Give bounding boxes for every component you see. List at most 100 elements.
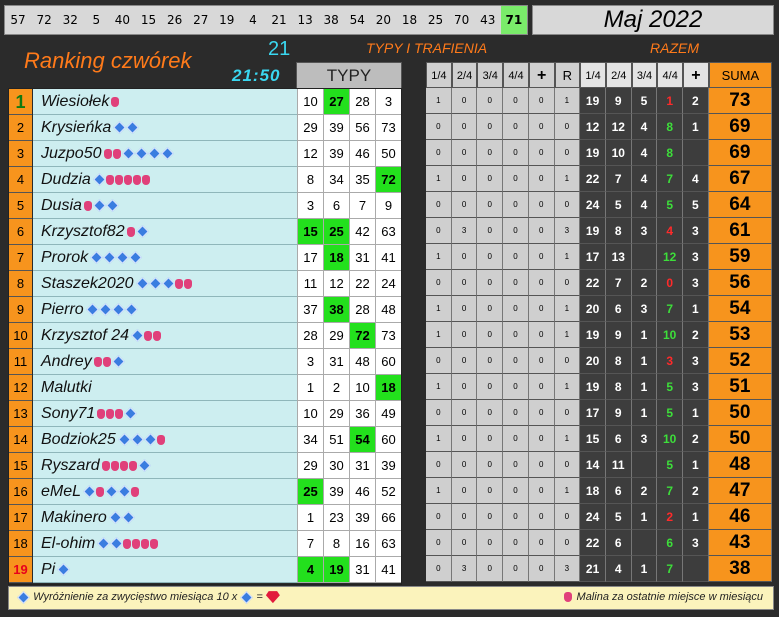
total-count: 3 bbox=[683, 530, 709, 556]
stats-row: 0 0 0 0 0 0 22 7 2 0 3 56 bbox=[426, 270, 772, 296]
total-count: 7 bbox=[657, 166, 684, 192]
total-count: 3 bbox=[683, 374, 709, 400]
hit-count: 0 bbox=[503, 348, 529, 374]
total-count: 4 bbox=[631, 166, 658, 192]
stats-row: 0 0 0 0 0 0 24 5 4 5 5 64 bbox=[426, 192, 772, 218]
player-name-text: Malutki bbox=[41, 379, 92, 396]
total-score: 69 bbox=[708, 140, 772, 166]
hit-count: 0 bbox=[426, 114, 452, 140]
drawn-number: 20 bbox=[375, 13, 391, 27]
stats-header-cell: 4/4 bbox=[657, 62, 684, 88]
pick-number: 8 bbox=[323, 531, 349, 557]
diamond-icon bbox=[93, 199, 106, 213]
award-marks bbox=[83, 193, 119, 218]
hit-count: 0 bbox=[528, 452, 555, 478]
total-count: 7 bbox=[605, 270, 632, 296]
total-score: 51 bbox=[708, 374, 772, 400]
hit-count: 0 bbox=[503, 244, 529, 270]
page-title: Ranking czwórek bbox=[24, 48, 192, 73]
table-row: 2 Krysieńka 29 39 56 73 bbox=[9, 115, 401, 141]
hit-count: 0 bbox=[528, 218, 555, 244]
pick-number: 31 bbox=[349, 557, 375, 583]
table-row: 18 El-ohim 7 8 16 63 bbox=[9, 531, 401, 557]
drawn-number: 40 bbox=[114, 13, 131, 27]
rank-position: 5 bbox=[9, 193, 32, 219]
berry-icon bbox=[123, 538, 132, 549]
table-row: 4 Dudzia 8 34 35 72 bbox=[9, 167, 401, 193]
pick-number: 24 bbox=[375, 271, 401, 297]
diamond-icon bbox=[116, 251, 129, 265]
award-marks bbox=[131, 323, 162, 348]
total-count: 10 bbox=[657, 426, 684, 452]
total-count: 2 bbox=[631, 270, 658, 296]
total-count: 6 bbox=[657, 530, 684, 556]
hit-count: 0 bbox=[554, 530, 581, 556]
total-count: 6 bbox=[605, 426, 632, 452]
total-score: 46 bbox=[708, 504, 772, 530]
hit-count: 1 bbox=[554, 322, 581, 348]
total-count: 24 bbox=[580, 504, 606, 530]
rank-position: 14 bbox=[9, 427, 32, 453]
hit-count: 0 bbox=[477, 114, 504, 140]
diamond-icon bbox=[135, 225, 149, 239]
legend-diamond-text: Wyróżnienie za zwycięstwo miesiąca bbox=[33, 591, 214, 603]
player-name: Wiesiołek bbox=[33, 89, 302, 115]
total-count: 20 bbox=[580, 296, 606, 322]
stats-row: 1 0 0 0 0 1 19 9 1 10 2 53 bbox=[426, 322, 772, 348]
total-count: 10 bbox=[657, 322, 684, 348]
pick-number: 73 bbox=[375, 323, 401, 349]
drawn-number: 4 bbox=[249, 13, 257, 27]
hit-count: 1 bbox=[426, 374, 452, 400]
berry-icon bbox=[83, 200, 92, 211]
pick-number: 48 bbox=[349, 349, 375, 375]
pick-number: 50 bbox=[375, 141, 401, 167]
pick-number: 60 bbox=[375, 427, 401, 453]
hit-count: 0 bbox=[554, 504, 581, 530]
diamond-icon bbox=[105, 485, 118, 499]
diamond-icon bbox=[134, 147, 148, 161]
pick-number: 31 bbox=[349, 453, 375, 479]
total-count: 11 bbox=[605, 452, 632, 478]
total-count: 19 bbox=[580, 218, 606, 244]
award-marks bbox=[108, 505, 135, 530]
player-name: Dusia bbox=[33, 193, 302, 219]
legend-multiplier: 10 x bbox=[216, 591, 238, 603]
hit-count: 0 bbox=[503, 166, 529, 192]
total-count: 21 bbox=[580, 556, 606, 582]
stats-header-cell: + bbox=[683, 62, 709, 88]
hit-count: 0 bbox=[451, 452, 478, 478]
rank-position: 13 bbox=[9, 401, 32, 427]
berry-icon bbox=[101, 460, 110, 471]
total-count: 0 bbox=[657, 270, 684, 296]
hit-count: 0 bbox=[477, 192, 504, 218]
pick-number: 25 bbox=[323, 219, 349, 245]
diamond-icon bbox=[92, 173, 106, 187]
berry-icon bbox=[153, 330, 162, 341]
berry-icon bbox=[97, 408, 106, 419]
berry-icon bbox=[123, 174, 132, 185]
hit-count: 3 bbox=[554, 218, 581, 244]
total-count: 2 bbox=[683, 426, 709, 452]
hit-count: 0 bbox=[503, 296, 529, 322]
stats-header-cell: 3/4 bbox=[477, 62, 504, 88]
total-count: 4 bbox=[631, 114, 658, 140]
hit-count: 0 bbox=[426, 348, 452, 374]
player-name: Juzpo50 bbox=[33, 141, 302, 167]
hit-count: 0 bbox=[554, 270, 581, 296]
pick-number: 46 bbox=[349, 141, 375, 167]
rank-position: 19 bbox=[9, 557, 32, 583]
pick-number: 31 bbox=[323, 349, 349, 375]
total-count bbox=[683, 556, 709, 582]
player-name-text: Sony71 bbox=[41, 405, 96, 423]
total-count: 8 bbox=[605, 218, 632, 244]
drawn-number: 26 bbox=[166, 13, 183, 27]
table-row: 3 Juzpo50 12 39 46 50 bbox=[9, 141, 401, 167]
table-row: 16 eMeL 25 39 46 52 bbox=[9, 479, 401, 505]
table-row: 17 Makinero 1 23 39 66 bbox=[9, 505, 401, 531]
pick-number: 10 bbox=[297, 401, 323, 427]
hit-count: 0 bbox=[451, 114, 478, 140]
hit-count: 0 bbox=[477, 452, 504, 478]
stats-header-cell: 1/4 bbox=[580, 62, 606, 88]
total-count: 8 bbox=[605, 374, 632, 400]
total-score: 38 bbox=[708, 556, 772, 582]
